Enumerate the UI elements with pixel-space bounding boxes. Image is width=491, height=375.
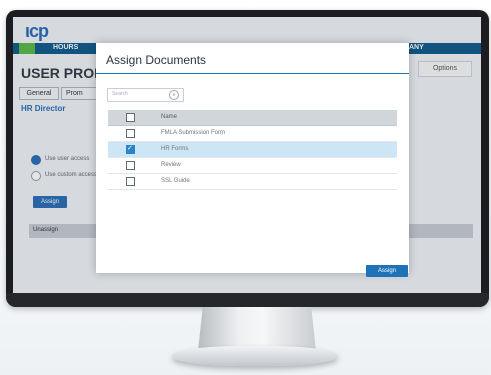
table-header-row: Name [108,110,397,126]
monitor-stand-base [172,346,338,366]
search-icon[interactable]: ⌕ [169,90,179,100]
search-input[interactable]: Search ⌕ [107,88,184,102]
document-name: HR Forms [161,146,189,152]
dialog-title: Assign Documents [106,53,207,67]
monitor-chin [6,293,489,307]
table-row[interactable]: FMLA Submission Form [108,126,397,142]
row-checkbox[interactable] [126,144,135,154]
document-name: SSL Guide [161,178,190,184]
dialog-title-divider [96,73,409,74]
table-row[interactable]: HR Forms [108,142,397,158]
document-name: FMLA Submission Form [161,130,226,136]
row-checkbox[interactable] [126,177,135,186]
document-name: Review [161,162,181,168]
row-checkbox[interactable] [126,129,135,138]
monitor-screen: ιcp HOURS ANY USER PROFI Options General… [13,17,481,293]
select-all-checkbox[interactable] [126,113,135,122]
row-checkbox[interactable] [126,161,135,170]
column-header-name: Name [161,114,178,120]
monitor-stand-neck [198,307,316,351]
documents-table: Name FMLA Submission Form HR Forms Revie… [108,110,397,190]
search-placeholder: Search [112,91,128,97]
assign-button[interactable]: Assign [366,265,408,277]
assign-documents-dialog: Assign Documents Search ⌕ Name FMLA Subm… [96,43,409,277]
table-row[interactable]: SSL Guide [108,174,397,190]
table-row[interactable]: Review [108,158,397,174]
